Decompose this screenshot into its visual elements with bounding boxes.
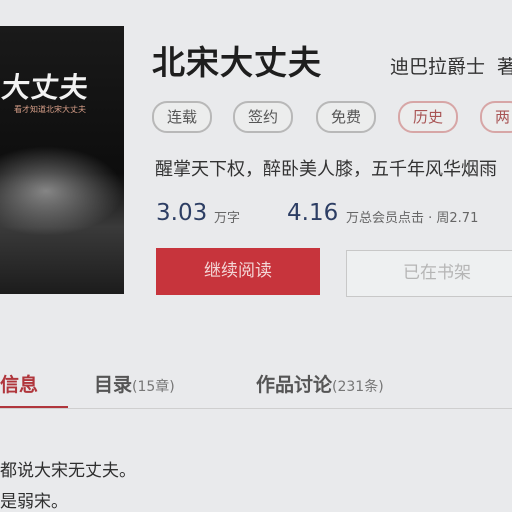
continue-reading-button[interactable]: 继续阅读 [156, 248, 320, 295]
tag-more[interactable]: 两 [480, 101, 512, 133]
click-count-unit: 万总会员点击 · 周2.71 [346, 211, 479, 226]
tag-free[interactable]: 免费 [316, 101, 377, 133]
book-tagline: 醒掌天下权，醉卧美人膝，五千年风华烟雨 [155, 159, 497, 180]
tab-divider [0, 408, 512, 409]
tab-discussion-label: 作品讨论 [256, 374, 333, 396]
author-suffix: 著 [497, 56, 512, 78]
click-count-value: 4.16 [287, 200, 339, 226]
word-count-value: 3.03 [156, 200, 208, 226]
tab-catalog-count: (15章) [132, 379, 175, 395]
intro-line-2: 是弱宋。 [0, 492, 68, 512]
cover-subtitle: 看才知道北宋大丈夫 [14, 105, 86, 114]
author-name[interactable]: 迪巴拉爵士 [390, 56, 485, 78]
tab-catalog[interactable]: 目录(15章) [94, 370, 175, 397]
tab-discussion[interactable]: 作品讨论(231条) [256, 370, 384, 397]
on-shelf-button[interactable]: 已在书架 [346, 250, 512, 297]
intro-line-1: 都说大宋无丈夫。 [0, 461, 136, 481]
tab-catalog-label: 目录 [94, 374, 133, 396]
cover-title: 大丈夫 [0, 71, 91, 104]
tab-info[interactable]: 信息 [0, 370, 38, 397]
author-line: 迪巴拉爵士著 [390, 52, 512, 79]
cover-artwork [0, 146, 124, 236]
tag-signed[interactable]: 签约 [233, 101, 294, 133]
tag-serializing[interactable]: 连载 [152, 101, 213, 133]
book-cover: 大丈夫 看才知道北宋大丈夫 [0, 26, 124, 294]
tag-history[interactable]: 历史 [398, 101, 459, 133]
book-title: 北宋大丈夫 [152, 43, 322, 82]
tab-info-label: 信息 [0, 374, 39, 396]
tab-discussion-count: (231条) [332, 379, 384, 395]
word-count-unit: 万字 [214, 211, 241, 226]
